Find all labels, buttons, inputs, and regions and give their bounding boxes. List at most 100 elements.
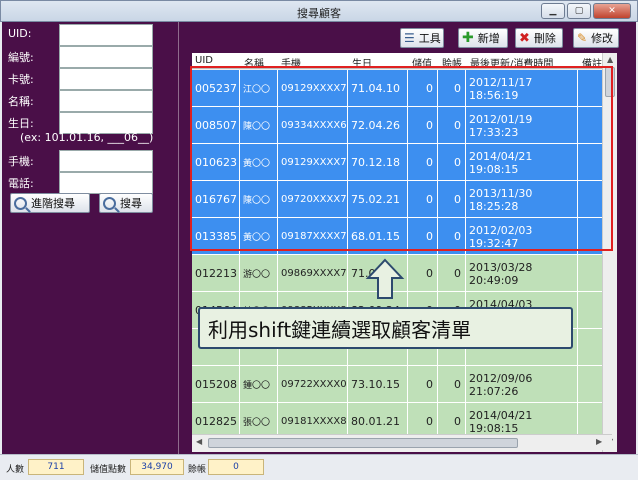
cell-stored: 0 [408,107,438,144]
birthday-label: 生日: [8,117,34,130]
cell-uid: 008507 [192,107,240,144]
search-button[interactable]: 搜尋 [99,193,153,213]
cell-mobile: 09129XXXX7 [278,70,348,107]
cell-credit: 0 [438,107,466,144]
table-header: UID 名稱 手機 生日 儲值 賒帳 最後更新/消費時間 備註 [192,53,612,70]
cell-name: 黃〇〇 [240,144,278,181]
magnifier-icon [103,196,116,210]
cell-credit: 0 [438,218,466,255]
number-input[interactable] [59,46,153,68]
advanced-search-button[interactable]: 進階搜尋 [10,193,90,213]
minimize-button[interactable]: ▁ [541,3,565,19]
minimize-icon: ▁ [549,6,557,16]
maximize-button[interactable]: ▢ [567,3,591,19]
cell-name: 黃〇〇 [240,218,278,255]
add-label: 新增 [477,32,500,45]
cell-credit: 0 [438,144,466,181]
cell-mobile: 09869XXXX7 [278,255,348,292]
column-header[interactable]: 備註 [582,55,602,70]
edit-label: 修改 [591,32,614,45]
credit-label: 賒帳 [188,465,207,475]
vertical-scrollbar[interactable]: ▲ ▼ [602,53,617,452]
scroll-thumb[interactable] [605,67,615,97]
table-row[interactable]: 010623 黃〇〇 09129XXXX7 70.12.18 0 0 2014/04/21 … [192,144,612,181]
column-header[interactable]: 儲值 [412,55,432,70]
uid-label: UID: [8,27,32,40]
client-area: UID: 編號: 卡號: 名稱: 生日: (ex: 101.01.16, ___… [2,22,636,454]
cell-uid: 012213 [192,255,240,292]
cell-mobile: 09720XXXX7 [278,181,348,218]
cell-uid: 010623 [192,144,240,181]
cell-stored: 0 [408,70,438,107]
cell-name: 江〇〇 [240,70,278,107]
scroll-right-icon[interactable]: ▶ [596,437,602,446]
cell-updated: 2013/03/28 20:49:09 [466,255,578,292]
tools-label: 工具 [418,32,441,45]
column-header[interactable]: 名稱 [244,55,264,70]
close-button[interactable]: ✕ [593,3,631,19]
column-header[interactable]: 最後更新/消費時間 [470,55,553,70]
cell-credit: 0 [438,255,466,292]
cell-uid: 005237 [192,70,240,107]
cell-updated: 2014/04/21 19:08:15 [466,144,578,181]
column-header[interactable]: 生日 [352,55,372,70]
credit-value: 0 [208,459,264,475]
count-label: 人數 [6,465,25,475]
cell-birthday: 68.01.15 [348,218,408,255]
scroll-left-icon[interactable]: ◀ [196,437,202,446]
status-bar: 人數 711 儲值點數 34,970 賒帳 0 [0,454,638,480]
cell-uid: 015208 [192,366,240,403]
customer-table[interactable]: UID 名稱 手機 生日 儲值 賒帳 最後更新/消費時間 備註 005237 江〇… [192,53,612,452]
tel-input[interactable] [59,172,153,194]
advanced-search-label: 進階搜尋 [31,197,75,210]
table-row[interactable]: 008507 陳〇〇 09334XXXX6 72.04.26 0 0 2012/01/19 … [192,107,612,144]
add-button[interactable]: ✚ 新增 [458,28,508,48]
h-scroll-thumb[interactable] [208,438,518,448]
uid-input[interactable] [59,24,153,46]
stored-points-label: 儲值點數 [90,465,127,475]
cell-birthday: 72.04.26 [348,107,408,144]
magnifier-icon [14,196,27,210]
horizontal-scrollbar[interactable]: ◀ ▶ [192,434,612,450]
cell-updated: 2012/02/03 19:32:47 [466,218,578,255]
edit-button[interactable]: ✎ 修改 [573,28,619,48]
cell-name: 鍾〇〇 [240,366,278,403]
x-icon: ✖ [519,30,530,46]
cell-mobile: 09187XXXX7 [278,218,348,255]
table-row[interactable]: 005237 江〇〇 09129XXXX7 71.04.10 0 0 2012/11/17 … [192,70,612,107]
stored-points-value: 34,970 [130,459,184,475]
column-header[interactable]: UID [195,55,213,66]
name-input[interactable] [59,90,153,112]
table-row[interactable]: 015208 鍾〇〇 09722XXXX0 73.10.15 0 0 2012/09/06 … [192,366,612,403]
number-label: 編號: [8,51,34,64]
cell-mobile: 09334XXXX6 [278,107,348,144]
cell-mobile: 09722XXXX0 [278,366,348,403]
cell-mobile: 09129XXXX7 [278,144,348,181]
cell-credit: 0 [438,70,466,107]
column-header[interactable]: 手機 [281,55,301,70]
scroll-up-icon[interactable]: ▲ [607,55,613,64]
table-row[interactable]: 016767 陳〇〇 09720XXXX7 75.02.21 0 0 2013/11/30 … [192,181,612,218]
cell-stored: 0 [408,181,438,218]
cell-birthday: 73.10.15 [348,366,408,403]
delete-button[interactable]: ✖ 刪除 [515,28,563,48]
delete-label: 刪除 [533,32,556,45]
card-label: 卡號: [8,73,34,86]
tel-label: 電話: [8,177,34,190]
cell-credit: 0 [438,366,466,403]
phone-input[interactable] [59,150,153,172]
cell-stored: 0 [408,366,438,403]
tools-button[interactable]: ☰ 工具 [400,28,444,48]
birthday-hint: (ex: 101.01.16, ___06__) [20,131,154,144]
column-header[interactable]: 賒帳 [442,55,462,70]
cell-updated: 2012/09/06 21:07:26 [466,366,578,403]
cell-birthday: 70.12.18 [348,144,408,181]
cell-stored: 0 [408,144,438,181]
plus-icon: ✚ [462,30,474,46]
table-row[interactable]: 013385 黃〇〇 09187XXXX7 68.01.15 0 0 2012/02/03 … [192,218,612,255]
cell-name: 游〇〇 [240,255,278,292]
count-value: 711 [28,459,84,475]
cell-updated: 2012/11/17 18:56:19 [466,70,578,107]
cell-birthday: 71.04.10 [348,70,408,107]
card-input[interactable] [59,68,153,90]
